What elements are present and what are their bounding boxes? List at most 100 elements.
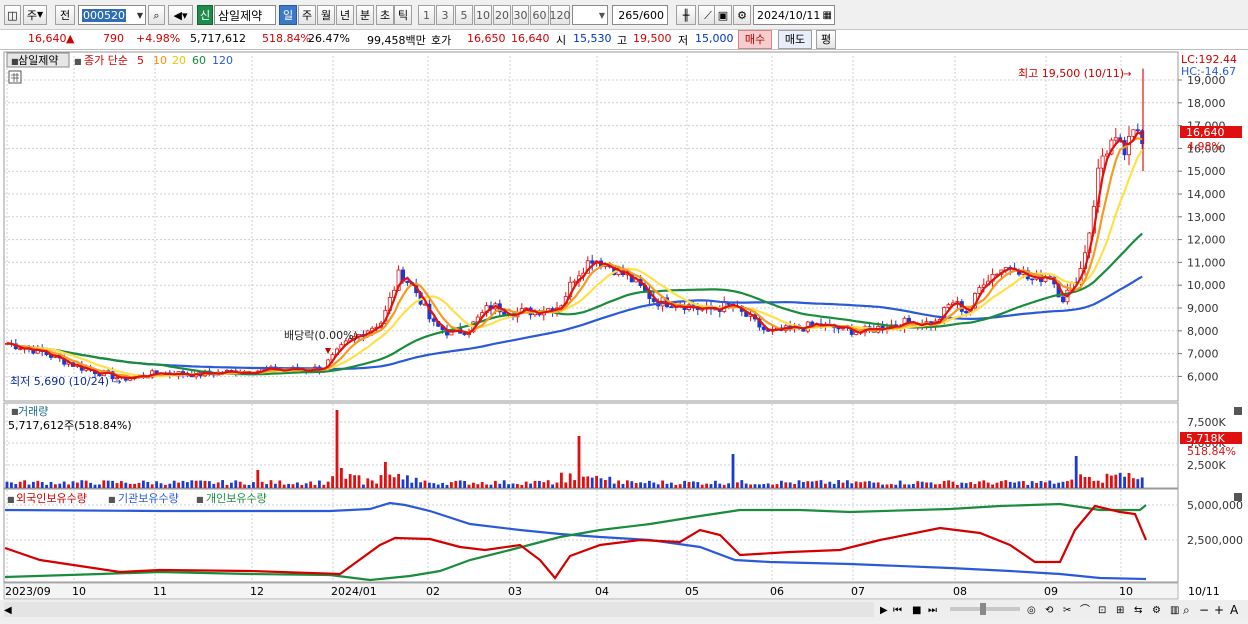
stock-code-input[interactable]: 000520 ▼: [78, 5, 146, 25]
tool-icon[interactable]: ⇆: [1134, 605, 1142, 616]
candle-icon[interactable]: ╫: [676, 5, 696, 25]
stock-name-field[interactable]: 삼일제약: [214, 5, 276, 25]
volume-tag: 5,718K: [1186, 432, 1225, 445]
tool-icon[interactable]: ⊞: [1116, 605, 1124, 616]
legend-marker-icon: ■: [74, 57, 82, 66]
minute-button[interactable]: 120: [550, 5, 571, 25]
minute-button[interactable]: 1: [418, 5, 435, 25]
x-axis-label: 03: [508, 585, 522, 598]
volume-panel-frame: [3, 402, 1179, 489]
x-axis-label: 2023/09: [5, 585, 51, 598]
square-icon: ■: [196, 495, 204, 504]
search-icon[interactable]: ⌕: [148, 5, 165, 25]
average-button[interactable]: 평: [816, 30, 836, 49]
chart-svg[interactable]: 삼일제약 ■ ■ 종가 단순 5 10 20 60 120 최고 19,500 …: [0, 50, 1248, 621]
minute-button[interactable]: 20: [493, 5, 511, 25]
data-total: /600: [639, 8, 664, 22]
mode-dropdown[interactable]: 주 ▼: [23, 5, 47, 25]
minute-button[interactable]: 60: [530, 5, 549, 25]
period-button[interactable]: 틱: [394, 5, 412, 25]
zoom-slider-thumb[interactable]: [980, 603, 986, 615]
period-button[interactable]: 월: [317, 5, 335, 25]
volume-tick-label: 7,500K: [1187, 416, 1226, 429]
tool-icon[interactable]: ▥: [1170, 605, 1179, 616]
chevron-down-icon[interactable]: ▼: [137, 11, 143, 20]
x-axis-label: 10: [1119, 585, 1133, 598]
up-arrow-icon: ▲: [66, 32, 75, 45]
tool-icon[interactable]: ⊡: [1098, 605, 1106, 616]
minute-button[interactable]: 5: [455, 5, 473, 25]
square-icon: ■: [7, 495, 15, 504]
stop-icon[interactable]: ■: [912, 605, 921, 616]
play-right-icon[interactable]: ▶: [880, 605, 888, 616]
font-icon[interactable]: A: [1230, 603, 1239, 617]
x-axis-right-label: 10/11: [1188, 585, 1220, 598]
mode-label: 주: [26, 8, 37, 22]
date-field[interactable]: 2024/10/11 ▦: [753, 5, 835, 25]
volume-title: 거래량: [18, 405, 48, 418]
buy-button[interactable]: 매수: [738, 30, 772, 49]
skip-back-icon[interactable]: ⏮: [893, 605, 902, 616]
zoom-icon[interactable]: ⌕: [1183, 603, 1190, 617]
square-icon: ■: [108, 495, 116, 504]
skip-forward-icon[interactable]: ⏭: [928, 605, 937, 616]
holding-tick-label: 2,500,000: [1187, 534, 1243, 547]
trade-amount: 99,458백만: [367, 34, 426, 47]
chart-area[interactable]: 삼일제약 ■ ■ 종가 단순 5 10 20 60 120 최고 19,500 …: [0, 50, 1248, 621]
volume-tick-label: 2,500K: [1187, 459, 1226, 472]
x-axis-band: [3, 582, 1179, 600]
price-tick-label: 13,000: [1187, 211, 1226, 224]
minute-button[interactable]: 10: [474, 5, 492, 25]
price-tick-label: 12,000: [1187, 234, 1226, 247]
volume-ratio-tag: 518.84%: [1187, 445, 1236, 458]
x-axis-label: 04: [595, 585, 609, 598]
change-percent: +4.98%: [136, 32, 181, 45]
minute-button[interactable]: 3: [436, 5, 454, 25]
x-axis-label: 06: [770, 585, 784, 598]
gear-icon[interactable]: ⚙: [733, 5, 751, 25]
scrollbar-track[interactable]: [4, 602, 874, 617]
period-button[interactable]: 초: [376, 5, 394, 25]
stock-code-text: 000520: [82, 8, 126, 22]
tool-icon[interactable]: ◎: [1027, 605, 1036, 616]
turnover: 26.47%: [308, 32, 350, 45]
period-button[interactable]: 주: [298, 5, 316, 25]
minute-button[interactable]: 30: [512, 5, 529, 25]
tool-icon[interactable]: ⚙: [1152, 605, 1161, 616]
high-annotation: 최고 19,500 (10/11): [1018, 67, 1124, 80]
price-axis-ticks: 19,00018,00017,00016,00015,00014,00013,0…: [1178, 74, 1226, 383]
price-tick-label: 6,000: [1187, 370, 1219, 383]
ma-legend-60: 60: [192, 54, 206, 67]
sell-button[interactable]: 매도: [778, 30, 812, 49]
prev-button[interactable]: 전: [55, 5, 75, 25]
tool-icon[interactable]: ✂: [1063, 605, 1071, 616]
chart-type-icon[interactable]: ◫: [4, 5, 21, 25]
data-count-field[interactable]: 265/600: [612, 5, 668, 25]
minus-icon[interactable]: −: [1199, 603, 1209, 617]
tool-icon[interactable]: ⟲: [1045, 605, 1054, 616]
period-button[interactable]: 년: [336, 5, 354, 25]
table-icon[interactable]: [8, 70, 22, 84]
tool-icon[interactable]: ⌒: [1080, 604, 1090, 616]
dividend-annotation: 배당락(0.00%): [284, 329, 358, 342]
period-select[interactable]: ▼: [572, 5, 608, 25]
plus-icon[interactable]: +: [1214, 603, 1224, 617]
x-axis-label: 02: [426, 585, 440, 598]
x-axis-label: 07: [851, 585, 865, 598]
period-button[interactable]: 일: [279, 5, 297, 25]
speaker-icon[interactable]: ◀▾: [168, 5, 193, 25]
save-icon[interactable]: ▣: [714, 5, 732, 25]
scroll-left-icon[interactable]: ◀: [4, 605, 12, 616]
price-tick-label: 7,000: [1187, 348, 1219, 361]
calendar-icon[interactable]: ▦: [823, 10, 832, 21]
chevron-down-icon[interactable]: ▼: [599, 11, 605, 20]
period-button[interactable]: 분: [356, 5, 374, 25]
ma-legend-120: 120: [212, 54, 233, 67]
close-icon[interactable]: [1234, 493, 1242, 501]
price-tick-label: 18,000: [1187, 97, 1226, 110]
close-icon[interactable]: [1234, 407, 1242, 415]
volume-value: 5,717,612주(518.84%): [8, 419, 132, 432]
bid-price: 16,640: [511, 32, 550, 45]
change-amount: 790: [103, 32, 124, 45]
low-label: 저: [678, 34, 689, 47]
